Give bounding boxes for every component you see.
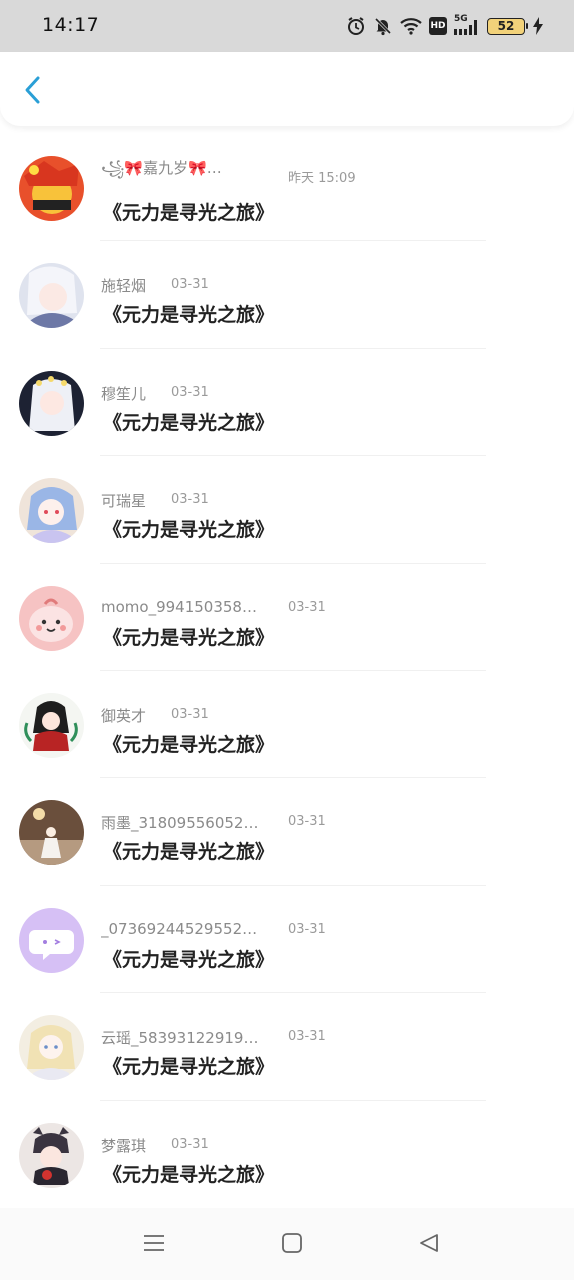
avatar[interactable] xyxy=(19,800,84,866)
message-time: 03-31 xyxy=(171,706,209,722)
list-item[interactable]: 施轻烟 03-31 《元力是寻光之旅》 xyxy=(0,241,574,349)
charging-icon xyxy=(532,16,544,36)
signal-5g-icon: 5G xyxy=(454,14,480,36)
list-item[interactable]: momo_994150358… 03-31 《元力是寻光之旅》 xyxy=(0,564,574,671)
menu-button[interactable] xyxy=(139,1230,169,1260)
avatar[interactable] xyxy=(19,478,84,544)
message-time: 03-31 xyxy=(288,921,326,937)
top-header xyxy=(0,52,574,126)
list-item[interactable]: 雨墨_31809556052… 03-31 《元力是寻光之旅》 xyxy=(0,778,574,886)
avatar[interactable] xyxy=(19,907,84,973)
back-nav-button[interactable] xyxy=(414,1230,444,1260)
status-time: 14:17 xyxy=(42,14,100,36)
avatar[interactable] xyxy=(19,370,84,436)
message-text: 《元力是寻光之旅》 xyxy=(103,841,275,864)
message-text: 《元力是寻光之旅》 xyxy=(103,519,275,542)
menu-icon xyxy=(143,1233,165,1257)
sender-name: 雨墨_31809556052… xyxy=(101,814,259,833)
battery-indicator: 52 xyxy=(487,17,528,35)
list-item[interactable]: 御英才 03-31 《元力是寻光之旅》 xyxy=(0,671,574,779)
home-button[interactable] xyxy=(277,1230,307,1260)
list-item[interactable]: _07369244529552… 03-31 《元力是寻光之旅》 xyxy=(0,886,574,994)
avatar[interactable] xyxy=(19,692,84,758)
message-text: 《元力是寻光之旅》 xyxy=(103,626,275,649)
message-time: 03-31 xyxy=(171,492,209,508)
sender-name: ꧁🎀嘉九岁🎀… xyxy=(101,159,222,177)
message-text: 《元力是寻光之旅》 xyxy=(103,948,275,971)
message-time: 03-31 xyxy=(288,599,326,615)
sender-name: momo_994150358… xyxy=(101,597,257,616)
message-time: 03-31 xyxy=(288,814,326,830)
message-time: 03-31 xyxy=(171,384,209,400)
message-text: 《元力是寻光之旅》 xyxy=(103,411,275,434)
hd-badge: HD xyxy=(429,17,447,35)
avatar[interactable] xyxy=(19,585,84,651)
network-label: 5G xyxy=(454,14,468,24)
message-text: 《元力是寻光之旅》 xyxy=(103,202,275,224)
sender-name: 云瑶_58393122919… xyxy=(101,1029,259,1048)
avatar[interactable] xyxy=(19,156,84,221)
back-triangle-icon xyxy=(418,1232,440,1258)
system-nav-bar xyxy=(0,1208,574,1280)
wifi-icon xyxy=(400,17,422,35)
status-icons: HD 5G 52 xyxy=(346,13,544,39)
list-item[interactable]: 梦露琪 03-31 《元力是寻光之旅》 xyxy=(0,1101,574,1208)
back-button[interactable] xyxy=(18,76,46,108)
list-item[interactable]: 可瑞星 03-31 《元力是寻光之旅》 xyxy=(0,456,574,564)
message-text: 《元力是寻光之旅》 xyxy=(103,1056,275,1079)
alarm-icon xyxy=(346,16,366,36)
avatar[interactable] xyxy=(19,263,84,329)
chevron-left-icon xyxy=(23,75,41,109)
message-time: 03-31 xyxy=(288,1029,326,1045)
message-time: 03-31 xyxy=(171,277,209,293)
sender-name: _07369244529552… xyxy=(101,919,258,938)
list-item[interactable]: ꧁🎀嘉九岁🎀… 昨天 15:09 《元力是寻光之旅》 xyxy=(0,134,574,242)
message-text: 《元力是寻光之旅》 xyxy=(103,1163,275,1186)
sender-name: 梦露琪 xyxy=(101,1136,147,1155)
message-text: 《元力是寻光之旅》 xyxy=(103,304,275,327)
sender-name: 御英才 xyxy=(101,706,147,725)
sender-name: 施轻烟 xyxy=(101,277,147,296)
message-text: 《元力是寻光之旅》 xyxy=(103,733,275,756)
sender-name: 穆笙儿 xyxy=(101,384,147,403)
avatar[interactable] xyxy=(19,1015,84,1081)
message-list: ꧁🎀嘉九岁🎀… 昨天 15:09 《元力是寻光之旅》 施轻烟 03-31 《元力… xyxy=(0,134,574,1208)
mute-bell-icon xyxy=(373,16,393,36)
list-item[interactable]: 穆笙儿 03-31 《元力是寻光之旅》 xyxy=(0,349,574,457)
home-square-icon xyxy=(281,1232,303,1258)
sender-name: 可瑞星 xyxy=(101,492,147,511)
avatar[interactable] xyxy=(19,1122,84,1188)
status-bar: 14:17 HD 5G 52 xyxy=(0,0,574,52)
message-time: 昨天 15:09 xyxy=(288,171,356,186)
list-item[interactable]: 云瑶_58393122919… 03-31 《元力是寻光之旅》 xyxy=(0,993,574,1101)
message-time: 03-31 xyxy=(171,1136,209,1152)
